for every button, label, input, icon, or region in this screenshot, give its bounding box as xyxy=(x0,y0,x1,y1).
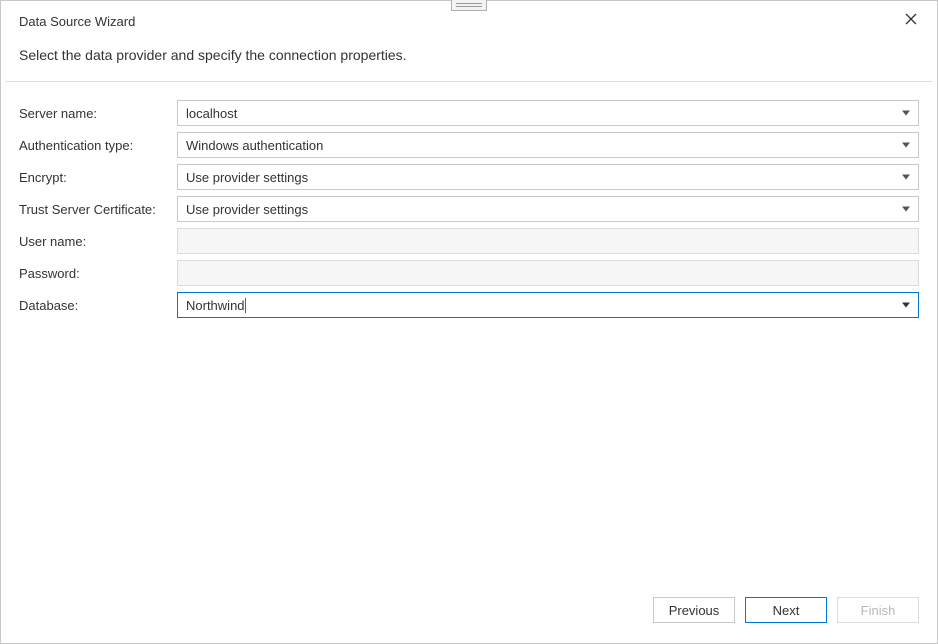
trust-cert-select[interactable]: Use provider settings xyxy=(177,196,919,222)
caret-down-icon[interactable] xyxy=(902,207,910,212)
close-icon[interactable] xyxy=(899,9,923,33)
caret-down-icon[interactable] xyxy=(902,111,910,116)
window-grip[interactable] xyxy=(451,0,487,11)
next-button[interactable]: Next xyxy=(745,597,827,623)
previous-button[interactable]: Previous xyxy=(653,597,735,623)
auth-type-select[interactable]: Windows authentication xyxy=(177,132,919,158)
text-cursor xyxy=(245,298,246,313)
user-name-input[interactable] xyxy=(177,228,919,254)
server-name-input[interactable]: localhost xyxy=(177,100,919,126)
trust-cert-value: Use provider settings xyxy=(186,202,308,217)
server-name-label: Server name: xyxy=(19,106,177,121)
auth-type-label: Authentication type: xyxy=(19,138,177,153)
window-title: Data Source Wizard xyxy=(19,14,135,29)
caret-down-icon[interactable] xyxy=(902,175,910,180)
auth-type-value: Windows authentication xyxy=(186,138,323,153)
caret-down-icon[interactable] xyxy=(902,303,910,308)
encrypt-value: Use provider settings xyxy=(186,170,308,185)
password-label: Password: xyxy=(19,266,177,281)
connection-form: Server name: localhost Authentication ty… xyxy=(1,82,937,324)
wizard-window: Data Source Wizard Select the data provi… xyxy=(0,0,938,644)
caret-down-icon[interactable] xyxy=(902,143,910,148)
trust-cert-label: Trust Server Certificate: xyxy=(19,202,177,217)
encrypt-label: Encrypt: xyxy=(19,170,177,185)
database-value: Northwind xyxy=(186,298,245,313)
encrypt-select[interactable]: Use provider settings xyxy=(177,164,919,190)
footer-buttons: Previous Next Finish xyxy=(1,597,937,643)
server-name-value: localhost xyxy=(186,106,237,121)
user-name-label: User name: xyxy=(19,234,177,249)
database-label: Database: xyxy=(19,298,177,313)
database-input[interactable]: Northwind xyxy=(177,292,919,318)
finish-button: Finish xyxy=(837,597,919,623)
instruction-text: Select the data provider and specify the… xyxy=(1,37,937,81)
password-input[interactable] xyxy=(177,260,919,286)
